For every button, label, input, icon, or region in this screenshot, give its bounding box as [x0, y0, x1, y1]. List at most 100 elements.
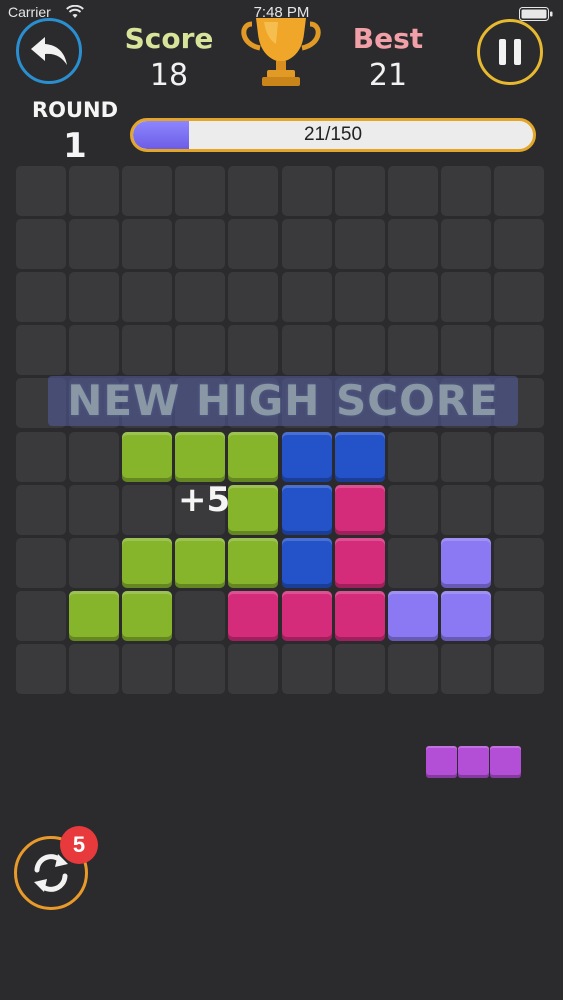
- board-cell[interactable]: [493, 431, 544, 482]
- board-cell[interactable]: [69, 166, 120, 216]
- board-cell[interactable]: [175, 590, 226, 641]
- board-cell[interactable]: [440, 484, 491, 535]
- board-cell[interactable]: [493, 590, 544, 641]
- block-pink: [334, 590, 385, 641]
- board-cell[interactable]: [440, 643, 491, 694]
- board-cell[interactable]: [16, 166, 66, 216]
- board-cell[interactable]: [16, 219, 66, 270]
- board-cell[interactable]: [69, 272, 120, 323]
- block-blue: [334, 431, 385, 482]
- board-cell[interactable]: [69, 537, 120, 588]
- next-piece[interactable]: [426, 746, 522, 778]
- back-arrow-icon: [31, 37, 67, 65]
- board-cell[interactable]: [493, 484, 544, 535]
- board-cell[interactable]: [175, 325, 226, 376]
- battery-icon: [519, 7, 553, 21]
- board-cell[interactable]: [440, 325, 491, 376]
- board-cell[interactable]: [334, 166, 385, 216]
- board-cell[interactable]: [69, 219, 120, 270]
- board-cell[interactable]: [69, 431, 120, 482]
- board-cell[interactable]: [175, 219, 226, 270]
- block-blue: [281, 431, 332, 482]
- board-cell[interactable]: [281, 219, 332, 270]
- block-lavender: [440, 590, 491, 641]
- board-cell[interactable]: [175, 166, 226, 216]
- board-cell[interactable]: [228, 325, 279, 376]
- board-cell[interactable]: [175, 643, 226, 694]
- board-cell[interactable]: [493, 272, 544, 323]
- progress-bar: 21/150: [130, 118, 536, 152]
- next-piece-block: [490, 746, 521, 778]
- board-cell[interactable]: [16, 484, 66, 535]
- best-value: 21: [368, 58, 408, 93]
- board-cell[interactable]: [228, 219, 279, 270]
- pause-icon: [499, 39, 521, 65]
- board-cell[interactable]: [122, 325, 173, 376]
- board-cell[interactable]: [16, 537, 66, 588]
- block-pink: [281, 590, 332, 641]
- board-cell[interactable]: [122, 643, 173, 694]
- board-cell[interactable]: [493, 537, 544, 588]
- board-cell[interactable]: [69, 484, 120, 535]
- board-cell[interactable]: [16, 431, 66, 482]
- board-cell[interactable]: [387, 484, 438, 535]
- board-cell[interactable]: [16, 325, 66, 376]
- board-cell[interactable]: [440, 431, 491, 482]
- board-cell[interactable]: [387, 325, 438, 376]
- block-green: [228, 537, 279, 588]
- block-green: [122, 590, 173, 641]
- board-cell[interactable]: [122, 166, 173, 216]
- board-cell[interactable]: [228, 166, 279, 216]
- board-cell[interactable]: [493, 166, 544, 216]
- board-cell[interactable]: [334, 325, 385, 376]
- board-cell[interactable]: [334, 219, 385, 270]
- board-cell[interactable]: [440, 219, 491, 270]
- board-cell[interactable]: [334, 272, 385, 323]
- board-cell[interactable]: [175, 272, 226, 323]
- block-lavender: [440, 537, 491, 588]
- board-cell[interactable]: [387, 643, 438, 694]
- board-cell[interactable]: [387, 166, 438, 216]
- block-pink: [228, 590, 279, 641]
- board-cell[interactable]: [281, 272, 332, 323]
- board-cell[interactable]: [16, 643, 66, 694]
- block-green: [228, 431, 279, 482]
- board-cell[interactable]: [16, 272, 66, 323]
- board-cell[interactable]: [281, 325, 332, 376]
- board-cell[interactable]: [387, 272, 438, 323]
- next-piece-block: [458, 746, 489, 778]
- block-pink: [334, 537, 385, 588]
- board-cell[interactable]: [69, 325, 120, 376]
- pause-button[interactable]: [477, 19, 543, 85]
- board-cell[interactable]: [122, 484, 173, 535]
- progress-text: 21/150: [303, 124, 363, 145]
- game-board[interactable]: [16, 166, 547, 697]
- board-cell[interactable]: [334, 643, 385, 694]
- board-cell[interactable]: [16, 590, 66, 641]
- back-button[interactable]: [16, 18, 82, 84]
- block-green: [228, 484, 279, 535]
- board-cell[interactable]: [281, 166, 332, 216]
- board-cell[interactable]: [493, 219, 544, 270]
- board-cell[interactable]: [493, 325, 544, 376]
- board-cell[interactable]: [122, 219, 173, 270]
- block-green: [122, 537, 173, 588]
- board-cell[interactable]: [440, 166, 491, 216]
- board-cell[interactable]: [493, 643, 544, 694]
- refresh-count-badge: 5: [60, 826, 98, 864]
- board-cell[interactable]: [122, 272, 173, 323]
- best-label: Best: [352, 22, 424, 55]
- board-cell[interactable]: [69, 643, 120, 694]
- round-label: ROUND: [31, 98, 119, 122]
- block-green: [175, 537, 226, 588]
- board-cell[interactable]: [281, 643, 332, 694]
- board-cell[interactable]: [228, 643, 279, 694]
- board-cell[interactable]: [387, 219, 438, 270]
- board-cell[interactable]: [387, 537, 438, 588]
- next-piece-block: [426, 746, 457, 778]
- board-cell[interactable]: [387, 431, 438, 482]
- board-cell[interactable]: [228, 272, 279, 323]
- block-lavender: [387, 590, 438, 641]
- board-cell[interactable]: [440, 272, 491, 323]
- block-pink: [334, 484, 385, 535]
